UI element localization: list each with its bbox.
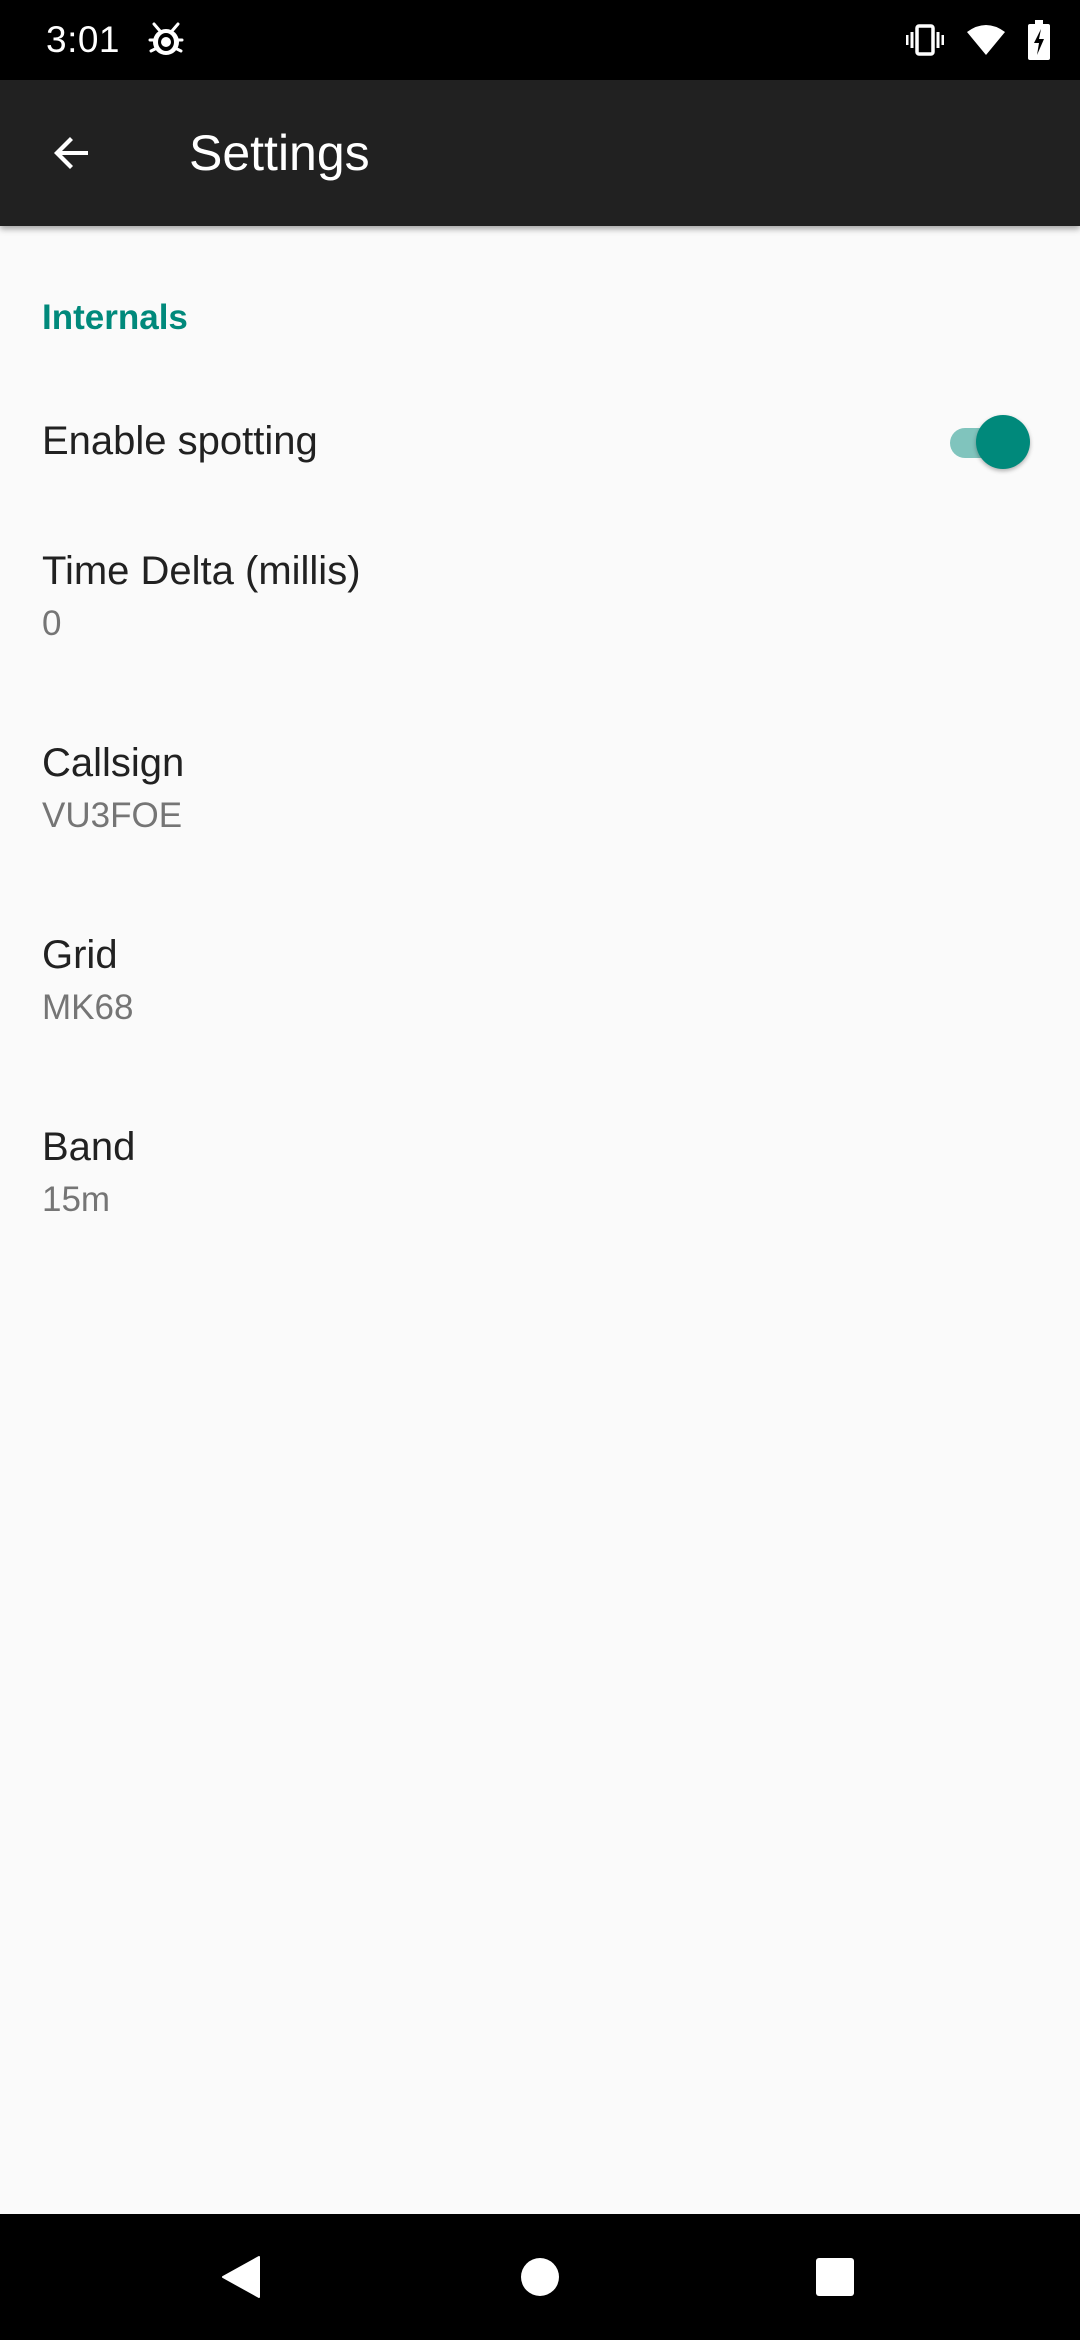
nav-back-button[interactable] — [206, 2242, 276, 2312]
pref-grid[interactable]: Grid MK68 — [0, 920, 1080, 1090]
back-button[interactable] — [36, 117, 108, 189]
home-circle-icon — [521, 2258, 559, 2296]
enable-spotting-switch[interactable] — [944, 410, 1030, 474]
arrow-back-icon — [54, 137, 88, 169]
app-bar: Settings — [0, 80, 1080, 226]
pref-summary: 0 — [42, 604, 62, 643]
bug-icon — [146, 18, 186, 62]
pref-time-delta[interactable]: Time Delta (millis) 0 — [0, 536, 1080, 706]
switch-thumb — [976, 415, 1030, 469]
status-bar: 3:01 — [0, 0, 1080, 80]
pref-summary: MK68 — [42, 988, 134, 1027]
vibrate-icon — [906, 24, 944, 56]
status-time: 3:01 — [46, 19, 121, 60]
nav-recents-button[interactable] — [800, 2242, 870, 2312]
recents-square-icon — [816, 2258, 854, 2296]
pref-title: Grid — [42, 933, 118, 977]
section-header-internals: Internals — [42, 298, 188, 337]
status-icons — [906, 18, 1050, 62]
pref-title: Time Delta (millis) — [42, 549, 361, 593]
pref-title: Callsign — [42, 741, 185, 785]
pref-summary: 15m — [42, 1180, 111, 1219]
page-title: Settings — [189, 125, 370, 181]
pref-callsign[interactable]: Callsign VU3FOE — [0, 728, 1080, 898]
pref-summary: VU3FOE — [42, 796, 183, 835]
pref-band[interactable]: Band 15m — [0, 1112, 1080, 1282]
back-triangle-icon — [222, 2256, 260, 2298]
wifi-icon — [966, 24, 1006, 56]
nav-home-button[interactable] — [505, 2242, 575, 2312]
battery-charging-icon — [1028, 20, 1050, 60]
pref-enable-spotting[interactable]: Enable spotting — [0, 376, 1080, 510]
navigation-bar — [0, 2214, 1080, 2340]
settings-list: Internals Enable spotting Time Delta (mi… — [0, 226, 1080, 2214]
pref-title: Band — [42, 1125, 136, 1169]
pref-title: Enable spotting — [42, 419, 318, 463]
